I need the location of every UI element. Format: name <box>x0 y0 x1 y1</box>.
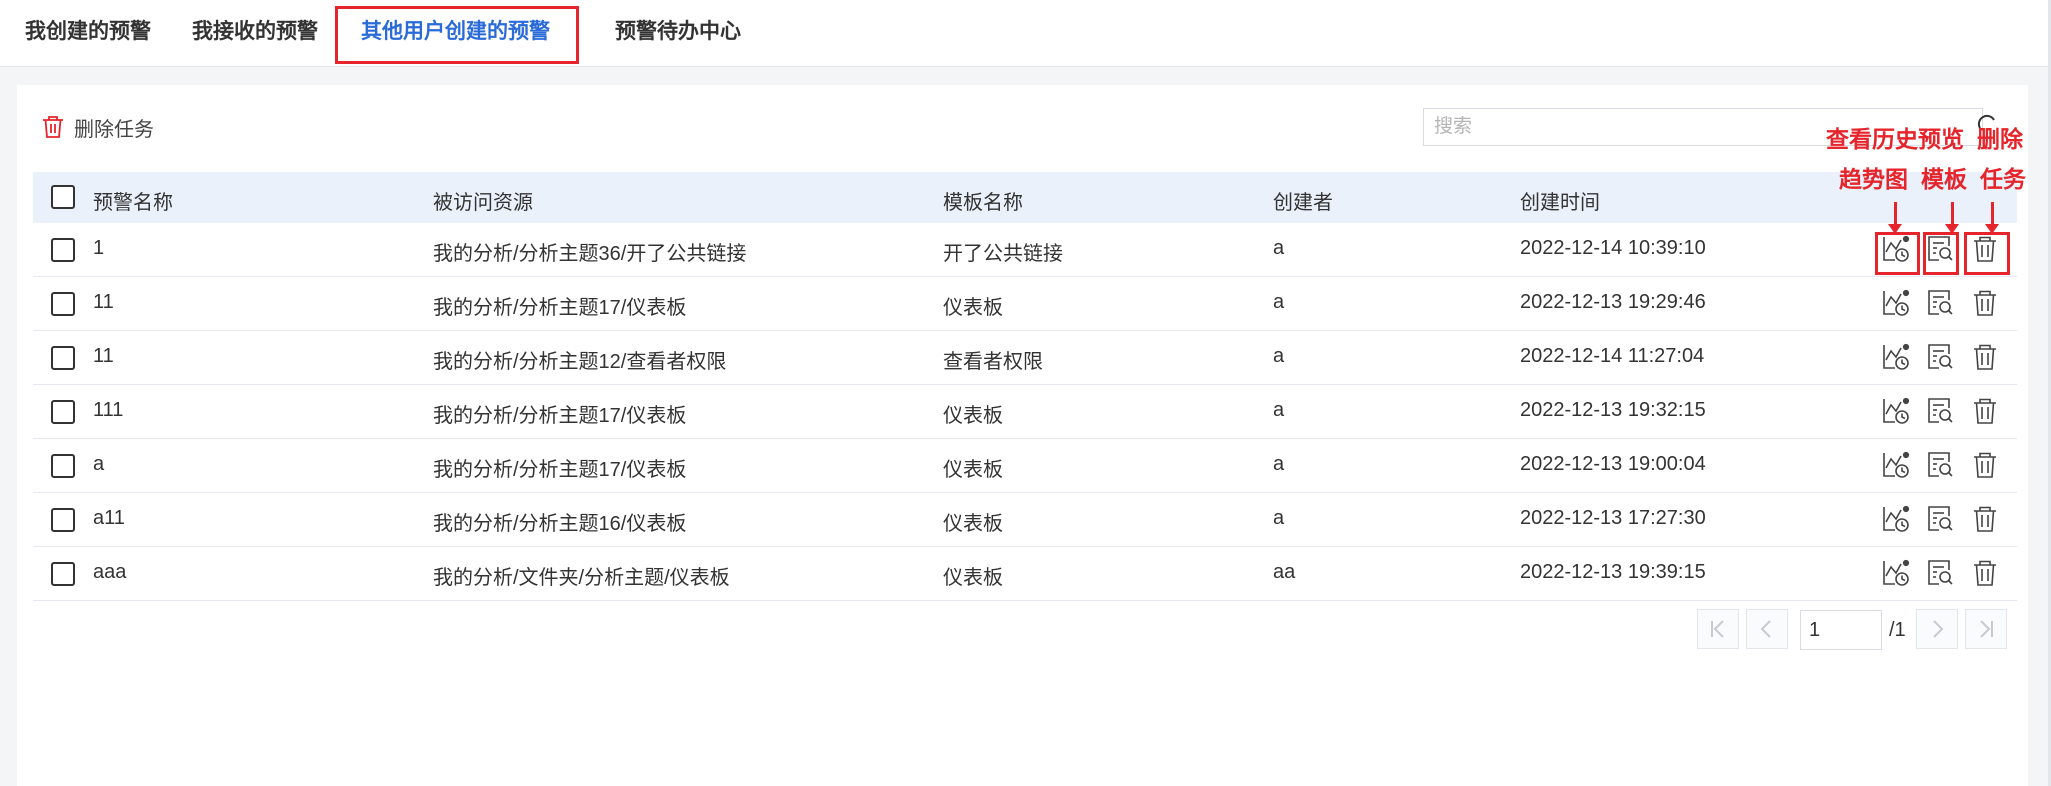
page-number-input[interactable] <box>1800 610 1882 650</box>
history-trend-button[interactable] <box>1881 558 1911 588</box>
preview-template-icon <box>1925 344 1955 376</box>
tab-my-created[interactable]: 我创建的预警 <box>25 0 151 67</box>
trash-icon <box>43 116 63 138</box>
history-trend-icon <box>1881 505 1911 538</box>
history-trend-icon <box>1881 451 1911 484</box>
preview-template-highlight <box>1923 232 1959 275</box>
row-actions <box>33 493 2017 546</box>
annotation-delete-line2: 任务 <box>1980 166 2026 192</box>
history-trend-button[interactable] <box>1881 396 1911 426</box>
row-actions <box>33 385 2017 438</box>
preview-template-button[interactable] <box>1925 288 1955 318</box>
preview-template-button[interactable] <box>1925 342 1955 372</box>
preview-template-icon <box>1925 452 1955 484</box>
next-page-icon <box>1933 620 1944 638</box>
history-trend-icon <box>1881 343 1911 376</box>
trash-icon <box>1970 398 2000 430</box>
annotation-arrow <box>1985 202 1999 234</box>
delete-task-button[interactable]: 删除任务 <box>42 112 154 142</box>
delete-task-label: 删除任务 <box>74 118 154 141</box>
row-actions <box>33 439 2017 492</box>
tab-bar: 我创建的预警 我接收的预警 其他用户创建的预警 预警待办中心 <box>0 0 2051 67</box>
table-row: aaa 我的分析/文件夹/分析主题/仪表板 仪表板 aa 2022-12-13 … <box>33 547 2017 601</box>
row-actions <box>33 331 2017 384</box>
table-row: 11 我的分析/分析主题12/查看者权限 查看者权限 a 2022-12-14 … <box>33 331 2017 385</box>
annotation-history-trend-line2: 趋势图 <box>1839 166 1908 192</box>
select-all-checkbox[interactable] <box>51 185 75 209</box>
history-trend-highlight <box>1875 232 1920 275</box>
delete-row-button[interactable] <box>1970 504 2000 534</box>
delete-task-highlight <box>1964 232 2010 275</box>
delete-row-button[interactable] <box>1970 396 2000 426</box>
preview-template-icon <box>1925 506 1955 538</box>
first-page-button[interactable] <box>1697 609 1739 649</box>
annotation-preview-line1: 预览 <box>1918 126 1964 152</box>
delete-row-button[interactable] <box>1970 342 2000 372</box>
table-row: 111 我的分析/分析主题17/仪表板 仪表板 a 2022-12-13 19:… <box>33 385 2017 439</box>
history-trend-icon <box>1881 289 1911 322</box>
trash-icon <box>1970 290 2000 322</box>
preview-template-icon <box>1925 560 1955 592</box>
history-trend-icon <box>1881 559 1911 592</box>
history-trend-button[interactable] <box>1881 504 1911 534</box>
row-actions <box>33 277 2017 330</box>
annotation-arrow <box>1888 202 1902 234</box>
row-actions <box>33 223 2017 276</box>
header-name: 预警名称 <box>93 192 173 214</box>
trash-icon <box>1970 560 2000 592</box>
preview-template-button[interactable] <box>1925 558 1955 588</box>
next-page-button[interactable] <box>1916 609 1958 649</box>
page-total: /1 <box>1889 619 1906 641</box>
last-page-icon <box>1980 620 1993 638</box>
delete-row-button[interactable] <box>1970 450 2000 480</box>
prev-page-icon <box>1760 620 1771 638</box>
tab-my-received[interactable]: 我接收的预警 <box>192 0 318 67</box>
table-row: 11 我的分析/分析主题17/仪表板 仪表板 a 2022-12-13 19:2… <box>33 277 2017 331</box>
annotation-history-trend-line1: 查看历史 <box>1826 126 1918 152</box>
history-trend-icon <box>1881 397 1911 430</box>
tab-todo-center[interactable]: 预警待办中心 <box>615 0 741 67</box>
preview-template-icon <box>1925 398 1955 430</box>
trash-icon <box>1970 506 2000 538</box>
preview-template-button[interactable] <box>1925 450 1955 480</box>
annotation-delete-line1: 删除 <box>1977 126 2023 152</box>
trash-icon <box>1970 344 2000 376</box>
history-trend-button[interactable] <box>1881 288 1911 318</box>
header-creator: 创建者 <box>1273 192 1333 214</box>
delete-row-button[interactable] <box>1970 558 2000 588</box>
history-trend-button[interactable] <box>1881 342 1911 372</box>
table-row: a11 我的分析/分析主题16/仪表板 仪表板 a 2022-12-13 17:… <box>33 493 2017 547</box>
prev-page-button[interactable] <box>1746 609 1788 649</box>
preview-template-icon <box>1925 290 1955 322</box>
table-row: 1 我的分析/分析主题36/开了公共链接 开了公共链接 a 2022-12-14… <box>33 223 2017 277</box>
last-page-button[interactable] <box>1965 609 2007 649</box>
table-header: 预警名称 被访问资源 模板名称 创建者 创建时间 <box>33 172 2017 223</box>
header-resource: 被访问资源 <box>433 192 533 214</box>
annotation-arrow <box>1945 202 1959 234</box>
row-actions <box>33 547 2017 600</box>
trash-icon <box>1970 452 2000 484</box>
active-tab-highlight <box>335 6 579 64</box>
preview-template-button[interactable] <box>1925 396 1955 426</box>
annotation-preview-line2: 模板 <box>1921 166 1967 192</box>
first-page-icon <box>1711 620 1724 638</box>
preview-template-button[interactable] <box>1925 504 1955 534</box>
page: 我创建的预警 我接收的预警 其他用户创建的预警 预警待办中心 删除任务 预警名称… <box>0 0 2051 786</box>
header-created: 创建时间 <box>1520 192 1600 214</box>
delete-row-button[interactable] <box>1970 288 2000 318</box>
header-template: 模板名称 <box>943 192 1023 214</box>
history-trend-button[interactable] <box>1881 450 1911 480</box>
table-row: a 我的分析/分析主题17/仪表板 仪表板 a 2022-12-13 19:00… <box>33 439 2017 493</box>
